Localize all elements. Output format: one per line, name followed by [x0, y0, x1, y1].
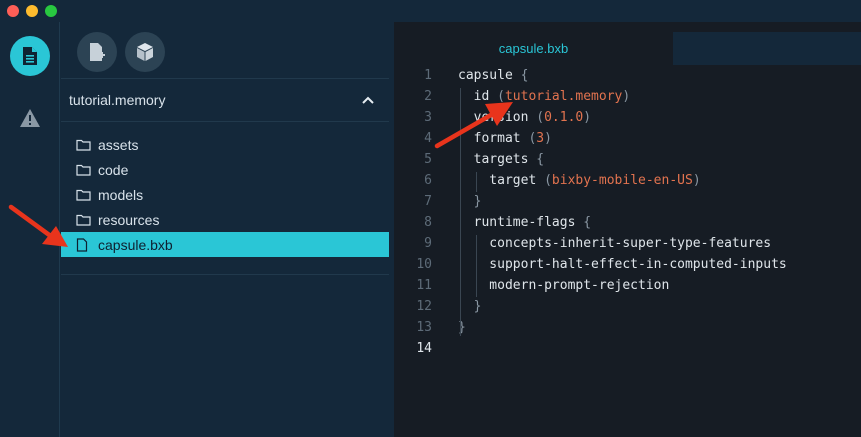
punctuation-token: ): [544, 131, 552, 146]
keyword-token: target: [458, 173, 545, 188]
tree-item-label: capsule.bxb: [98, 236, 173, 253]
code-text: targets {: [458, 149, 544, 170]
line-number: 10: [416, 257, 432, 272]
line-number: 13: [416, 320, 432, 335]
tree-item-label: resources: [98, 211, 160, 228]
indent-guide: [476, 172, 477, 192]
line-number: 6: [424, 173, 432, 188]
string-token: 3: [536, 131, 545, 146]
punctuation-token: ): [692, 173, 701, 188]
tree-item-capsule-bxb[interactable]: capsule.bxb: [61, 232, 389, 257]
close-window-button[interactable]: [7, 5, 19, 17]
punctuation-token: {: [575, 215, 592, 230]
chevron-up-icon[interactable]: [361, 93, 375, 107]
line-number: 11: [416, 278, 432, 293]
line-number: 5: [424, 152, 432, 167]
new-file-icon: [90, 43, 105, 61]
keyword-token: concepts-inherit-super-type-features: [458, 236, 772, 251]
code-editor[interactable]: capsule.bxb 1 capsule {2 id (tutorial.mem…: [394, 22, 861, 437]
string-token: bixby-mobile-en-US: [551, 173, 693, 188]
cube-icon: [137, 43, 153, 61]
cube-button[interactable]: [125, 32, 165, 72]
tree-item-resources[interactable]: resources: [61, 207, 389, 232]
code-text: }: [458, 191, 482, 212]
code-text: modern-prompt-rejection: [458, 275, 669, 296]
warnings-view-button[interactable]: [10, 98, 50, 138]
minimize-window-button[interactable]: [26, 5, 38, 17]
keyword-token: runtime-flags: [458, 215, 576, 230]
code-text: concepts-inherit-super-type-features: [458, 233, 771, 254]
code-line[interactable]: 7 }: [394, 191, 861, 212]
line-number: 14: [416, 341, 432, 356]
project-header[interactable]: tutorial.memory: [61, 78, 389, 122]
warning-icon: [20, 109, 40, 127]
folder-icon: [76, 213, 91, 227]
new-file-button[interactable]: [77, 32, 117, 72]
line-number: 1: [424, 68, 432, 83]
maximize-window-button[interactable]: [45, 5, 57, 17]
string-token: tutorial.memory: [504, 89, 623, 104]
keyword-token: capsule: [458, 68, 513, 83]
file-icon: [76, 237, 91, 252]
punctuation-token: (: [536, 110, 545, 125]
file-tree: assets code models resources capsule.bxb: [61, 132, 389, 257]
code-line[interactable]: 11 modern-prompt-rejection: [394, 275, 861, 296]
code-text: }: [458, 296, 482, 317]
document-icon: [23, 47, 37, 65]
tree-item-assets[interactable]: assets: [61, 132, 389, 157]
code-text: target (bixby-mobile-en-US): [458, 170, 701, 191]
punctuation-token: ): [583, 110, 592, 125]
code-text: runtime-flags {: [458, 212, 591, 233]
folder-icon: [76, 138, 91, 152]
punctuation-token: {: [528, 152, 545, 167]
code-line[interactable]: 1 capsule {: [394, 65, 861, 86]
line-number: 4: [424, 131, 432, 146]
folder-icon: [76, 163, 91, 177]
keyword-token: support-halt-effect-in-computed-inputs: [458, 257, 787, 272]
code-text: capsule {: [458, 65, 528, 86]
tree-item-label: models: [98, 186, 144, 203]
code-line[interactable]: 9 concepts-inherit-super-type-features: [394, 233, 861, 254]
tree-item-label: assets: [98, 136, 139, 153]
tab-bar: capsule.bxb: [394, 32, 861, 65]
files-view-button[interactable]: [10, 36, 50, 76]
annotation-arrow-id: [434, 102, 513, 149]
code-line[interactable]: 13}: [394, 317, 861, 338]
code-line[interactable]: 12 }: [394, 296, 861, 317]
punctuation-token: }: [458, 194, 482, 209]
line-number: 9: [424, 236, 432, 251]
punctuation-token: }: [458, 299, 482, 314]
tree-item-label: code: [98, 161, 129, 178]
tab-capsule-bxb[interactable]: capsule.bxb: [394, 32, 673, 65]
keyword-token: targets: [458, 152, 529, 167]
tab-label: capsule.bxb: [498, 41, 569, 56]
code-line[interactable]: 10 support-halt-effect-in-computed-input…: [394, 254, 861, 275]
line-number: 2: [424, 89, 432, 104]
keyword-token: modern-prompt-rejection: [458, 278, 670, 293]
tree-divider: [61, 274, 389, 275]
tree-item-code[interactable]: code: [61, 157, 389, 182]
project-name: tutorial.memory: [69, 92, 166, 108]
line-number: 3: [424, 110, 432, 125]
line-number: 8: [424, 215, 432, 230]
punctuation-token: ): [622, 89, 631, 104]
code-line[interactable]: 5 targets {: [394, 149, 861, 170]
line-number: 7: [424, 194, 432, 209]
indent-guide: [476, 235, 477, 297]
line-number: 12: [416, 299, 432, 314]
tree-item-models[interactable]: models: [61, 182, 389, 207]
punctuation-token: (: [544, 173, 552, 188]
punctuation-token: {: [512, 68, 529, 83]
code-line[interactable]: 8 runtime-flags {: [394, 212, 861, 233]
annotation-arrow-file: [8, 204, 68, 247]
file-explorer: tutorial.memory assets code models resou…: [61, 22, 389, 437]
string-token: 0.1.0: [544, 110, 584, 125]
folder-icon: [76, 188, 91, 202]
code-line[interactable]: 14: [394, 338, 861, 359]
code-line[interactable]: 6 target (bixby-mobile-en-US): [394, 170, 861, 191]
code-text: support-halt-effect-in-computed-inputs: [458, 254, 787, 275]
title-bar: [0, 0, 861, 22]
